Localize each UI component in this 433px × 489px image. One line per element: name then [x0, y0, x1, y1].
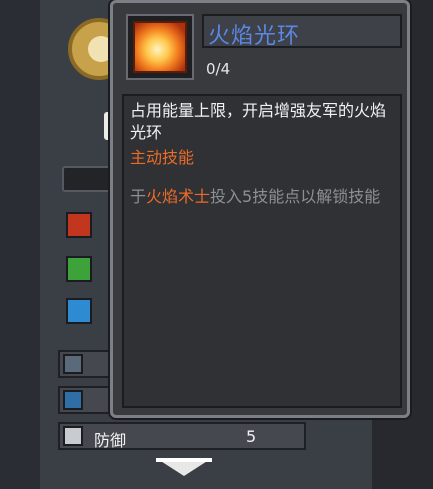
stat-row-defense: 防御 5 [58, 422, 306, 450]
fire-aura-icon [133, 21, 187, 73]
skill-name: 火焰光环 [208, 24, 301, 49]
unlock-suffix: 投入5技能点以解锁技能 [210, 187, 381, 206]
skill-icon-frame [126, 14, 194, 80]
unlock-class: 火焰术士 [146, 187, 211, 206]
skill-level: 0/4 [206, 60, 231, 78]
book-icon [66, 298, 92, 324]
fist-icon [66, 212, 92, 238]
unlock-requirement: 于火焰术士投入5技能点以解锁技能 [130, 186, 394, 208]
defense-label: 防御 [94, 431, 127, 450]
skill-description: 占用能量上限，开启增强友军的火焰光环 [130, 101, 387, 142]
scroll-down-button[interactable] [154, 456, 214, 478]
wand-icon [63, 390, 83, 410]
skill-type: 主动技能 [130, 148, 195, 167]
leaf-icon [66, 256, 92, 282]
defense-value: 5 [246, 427, 257, 446]
shield-icon [63, 426, 83, 446]
sword-icon [63, 354, 83, 374]
unlock-prefix: 于 [130, 187, 147, 206]
skill-title-box: 火焰光环 [202, 14, 402, 49]
skill-description-box: 占用能量上限，开启增强友军的火焰光环 主动技能 于火焰术士投入5技能点以解锁技能 [122, 94, 402, 408]
